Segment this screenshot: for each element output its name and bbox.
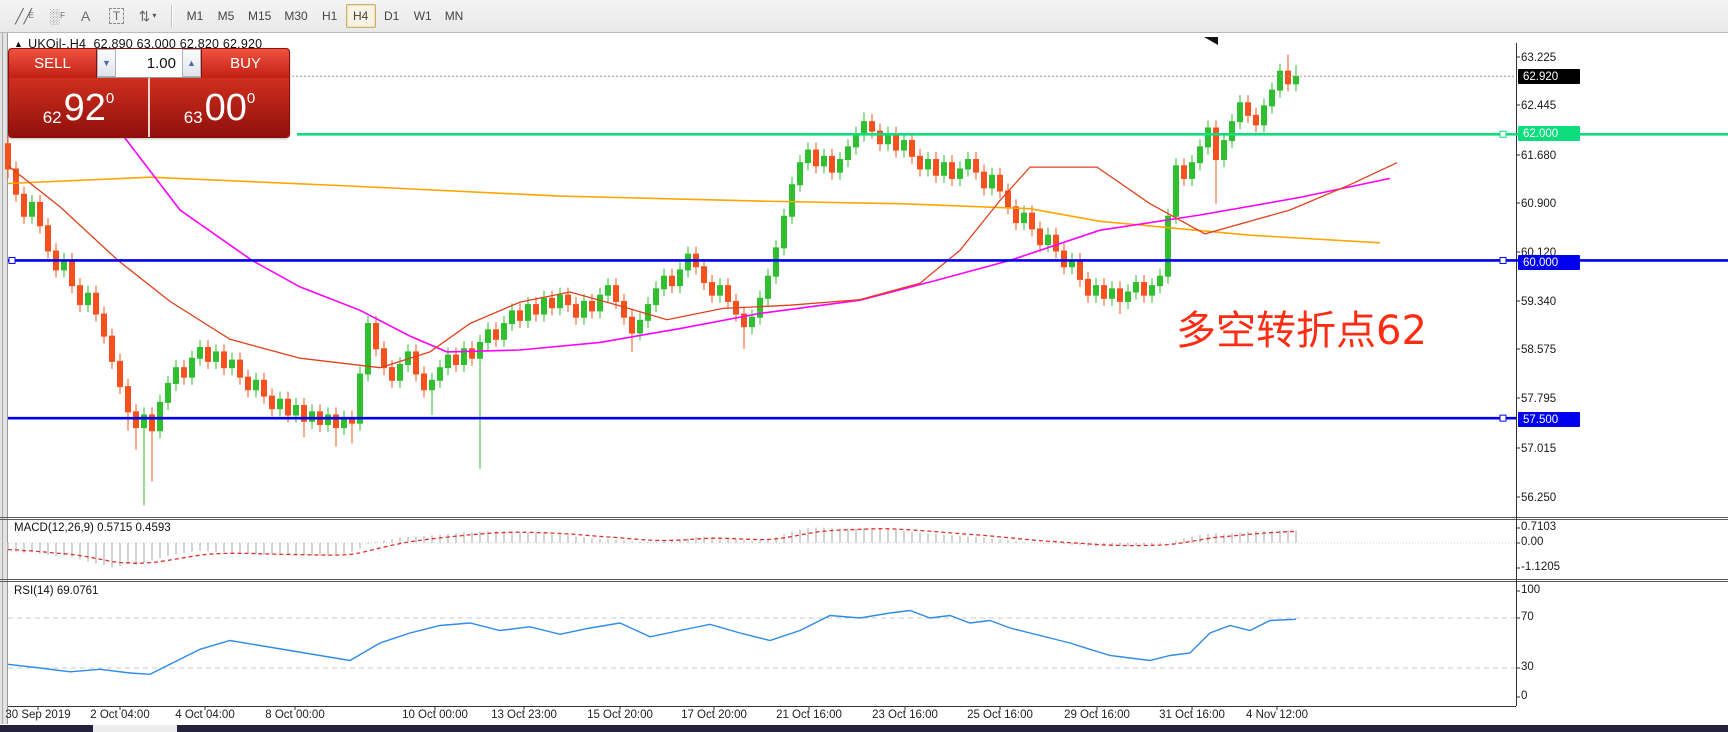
- time-tick-label: 30 Sep 2019: [5, 709, 70, 721]
- draw-objects-icon[interactable]: ╱╱E: [10, 4, 37, 28]
- price-tick-61.680: 61.680: [1521, 148, 1591, 163]
- rsi-label: RSI(14) 69.0761: [14, 585, 98, 597]
- time-tick-label: 21 Oct 16:00: [776, 709, 842, 721]
- level-label-62.000: 62.000: [1518, 126, 1580, 141]
- toolbar: ╱╱E░FAT⇅▾ M1M5M15M30H1H4D1W1MN: [0, 0, 1728, 33]
- price-tick-57.795: 57.795: [1521, 391, 1591, 406]
- level-label-57.500: 57.500: [1518, 412, 1580, 427]
- time-tick-label: 13 Oct 23:00: [491, 709, 557, 721]
- sell-button[interactable]: SELL: [9, 49, 97, 78]
- current-price-label: 62.920: [1518, 69, 1580, 84]
- timeframe-m1[interactable]: M1: [180, 4, 210, 28]
- time-tick-label: 15 Oct 20:00: [587, 709, 653, 721]
- price-tick-63.225: 63.225: [1521, 50, 1591, 65]
- time-tick-label: 4 Nov 12:00: [1246, 709, 1308, 721]
- toolbar-separator: [171, 5, 172, 27]
- buy-price-main: 00: [205, 87, 247, 130]
- buy-price-display[interactable]: 63 00 0: [150, 78, 289, 138]
- macd-label: MACD(12,26,9) 0.5715 0.4593: [14, 522, 171, 534]
- time-tick-label: 8 Oct 00:00: [265, 709, 324, 721]
- time-tick-label: 31 Oct 16:00: [1159, 709, 1225, 721]
- mt4-window: { "toolbar": { "icons": [ {"name":"draw-…: [0, 0, 1728, 732]
- label-tool-icon[interactable]: T: [103, 4, 130, 28]
- rsi-axis-70: 70: [1521, 611, 1534, 623]
- buy-price-pip: 0: [247, 90, 255, 107]
- window-left-gutter: [0, 33, 8, 724]
- rsi-axis-30: 30: [1521, 661, 1534, 673]
- timeframe-h1[interactable]: H1: [315, 4, 345, 28]
- timeframe-m30[interactable]: M30: [278, 4, 313, 28]
- timeframe-h4[interactable]: H4: [346, 4, 376, 28]
- buy-price-handle: 63: [184, 108, 203, 128]
- sell-price-handle: 62: [43, 108, 62, 128]
- scrollbar-segment-right[interactable]: [177, 725, 1728, 732]
- volume-spinner: ▼ ▲: [97, 49, 201, 78]
- time-tick-label: 29 Oct 16:00: [1064, 709, 1130, 721]
- volume-increase-button[interactable]: ▲: [182, 49, 201, 77]
- timeframe-m15[interactable]: M15: [242, 4, 277, 28]
- macd-axis-0.00: 0.00: [1521, 536, 1543, 548]
- timeframe-mn[interactable]: MN: [439, 4, 470, 28]
- price-tick-56.250: 56.250: [1521, 490, 1591, 505]
- macd-axis--1.1205: -1.1205: [1521, 561, 1560, 573]
- timeframe-w1[interactable]: W1: [408, 4, 438, 28]
- time-tick-label: 10 Oct 00:00: [402, 709, 468, 721]
- timeframe-d1[interactable]: D1: [377, 4, 407, 28]
- price-tick-62.445: 62.445: [1521, 98, 1591, 113]
- timeframe-group: M1M5M15M30H1H4D1W1MN: [180, 4, 470, 28]
- one-click-trading-panel: SELL ▼ ▲ BUY 62 92 0 63 00 0: [8, 48, 290, 138]
- rsi-axis-100: 100: [1521, 584, 1540, 596]
- time-tick-label: 25 Oct 16:00: [967, 709, 1033, 721]
- price-tick-57.015: 57.015: [1521, 441, 1591, 456]
- macd-axis-0.7103: 0.7103: [1521, 521, 1556, 533]
- buy-button[interactable]: BUY: [201, 49, 289, 78]
- time-tick-label: 4 Oct 04:00: [175, 709, 234, 721]
- time-tick-label: 23 Oct 16:00: [872, 709, 938, 721]
- sell-price-main: 92: [64, 87, 106, 130]
- price-tick-60.900: 60.900: [1521, 196, 1591, 211]
- time-tick-label: 2 Oct 04:00: [90, 709, 149, 721]
- price-tick-58.575: 58.575: [1521, 342, 1591, 357]
- sell-price-display[interactable]: 62 92 0: [9, 78, 150, 138]
- sell-price-pip: 0: [106, 90, 114, 107]
- grid-objects-icon[interactable]: ░F: [41, 4, 68, 28]
- volume-decrease-button[interactable]: ▼: [97, 49, 116, 77]
- horizontal-scrollbar[interactable]: [0, 725, 1728, 732]
- level-label-60.000: 60.000: [1518, 255, 1580, 270]
- price-tick-59.340: 59.340: [1521, 294, 1591, 309]
- chart-text-annotation: 多空转折点62: [1176, 298, 1427, 356]
- text-tool-icon[interactable]: A: [72, 4, 99, 28]
- time-tick-label: 17 Oct 20:00: [681, 709, 747, 721]
- arrows-tool-icon[interactable]: ⇅▾: [134, 4, 161, 28]
- scrollbar-segment-left[interactable]: [0, 725, 93, 732]
- toolbar-icon-group: ╱╱E░FAT⇅▾: [10, 4, 165, 28]
- volume-input[interactable]: [116, 49, 182, 77]
- timeframe-m5[interactable]: M5: [211, 4, 241, 28]
- rsi-axis-0: 0: [1521, 690, 1527, 702]
